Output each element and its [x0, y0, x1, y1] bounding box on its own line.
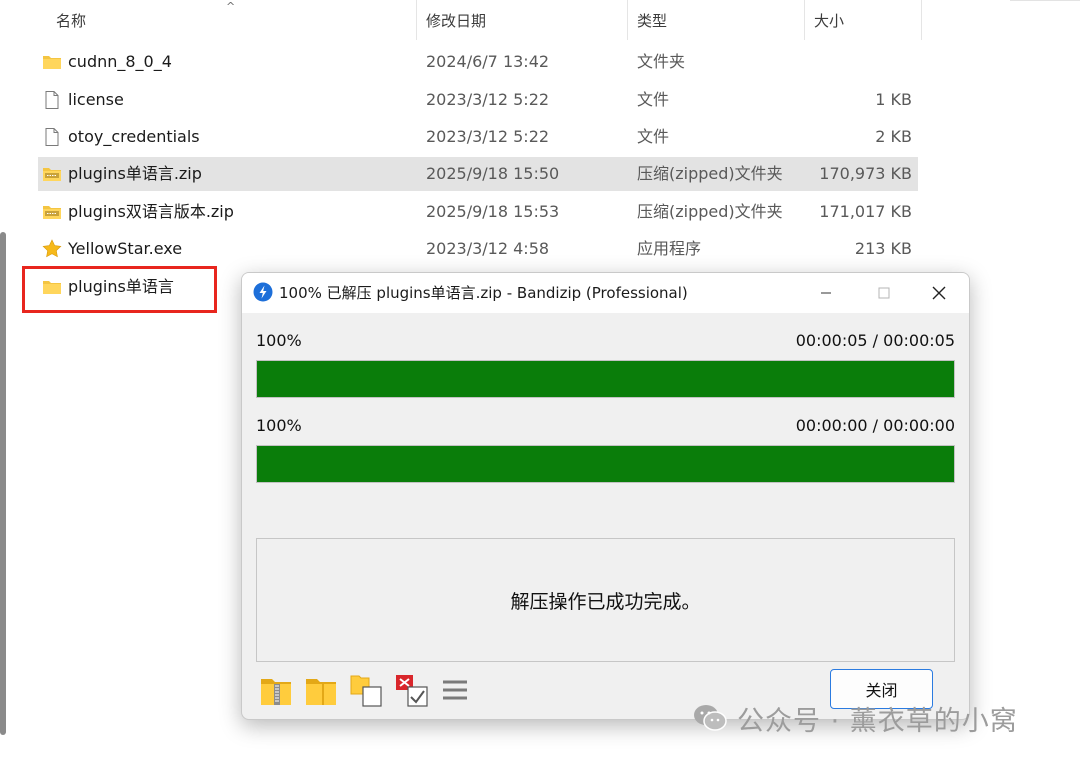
file-row[interactable]: plugins双语言版本.zip 2025/9/18 15:53 压缩(zipp… [38, 195, 918, 229]
progress-percent-label: 100% [256, 416, 302, 435]
file-size: 2 KB [875, 127, 912, 146]
column-header-size[interactable]: 大小 [814, 0, 844, 40]
menu-icon[interactable] [438, 673, 474, 709]
minimize-button[interactable] [797, 273, 855, 313]
explorer-scrollbar[interactable] [0, 232, 6, 735]
file-icon [45, 91, 59, 109]
file-modified: 2023/3/12 5:22 [426, 127, 550, 146]
star-app-icon [42, 239, 62, 258]
file-type: 文件 [637, 90, 670, 109]
file-size: 213 KB [854, 239, 912, 258]
column-header-modified[interactable]: 修改日期 [426, 0, 486, 40]
maximize-button[interactable] [855, 273, 913, 313]
file-row[interactable]: YellowStar.exe 2023/3/12 4:58 应用程序 213 K… [38, 232, 918, 266]
file-row[interactable]: cudnn_8_0_4 2024/6/7 13:42 文件夹 [38, 45, 918, 79]
progress-time-label: 00:00:00 / 00:00:00 [795, 416, 955, 435]
column-divider[interactable] [416, 0, 417, 40]
file-row-selected[interactable]: plugins单语言.zip 2025/9/18 15:50 压缩(zipped… [38, 157, 918, 191]
file-modified: 2023/3/12 4:58 [426, 239, 550, 258]
progress-bar-fill [257, 361, 954, 397]
file-row[interactable]: otoy_credentials 2023/3/12 5:22 文件 2 KB [38, 120, 918, 154]
minimize-icon [821, 292, 831, 294]
column-divider[interactable] [804, 0, 805, 40]
file-modified: 2025/9/18 15:50 [426, 164, 560, 183]
status-message-box: 解压操作已成功完成。 [256, 538, 955, 662]
column-divider[interactable] [627, 0, 628, 40]
file-modified: 2025/9/18 15:53 [426, 202, 560, 221]
zip-folder-open-icon[interactable] [258, 673, 294, 709]
copy-to-folder-icon[interactable] [348, 673, 384, 709]
watermark-text: 公众号 · 薰衣草的小窝 [737, 705, 1018, 737]
delete-archive-icon[interactable] [394, 673, 430, 709]
column-header-bar: 名称 ^ 修改日期 类型 大小 [38, 0, 922, 40]
file-type: 压缩(zipped)文件夹 [637, 202, 783, 221]
file-name: otoy_credentials [68, 127, 200, 146]
bandizip-icon [253, 282, 273, 302]
bandizip-dialog: 100% 已解压 plugins单语言.zip - Bandizip (Prof… [241, 272, 970, 720]
progress-time-label: 00:00:05 / 00:00:05 [795, 331, 955, 350]
window-close-button[interactable] [910, 273, 968, 313]
zip-folder-icon [43, 206, 61, 219]
file-modified: 2024/6/7 13:42 [426, 52, 550, 71]
file-type: 压缩(zipped)文件夹 [637, 164, 783, 183]
file-size: 1 KB [875, 90, 912, 109]
wechat-icon [694, 705, 727, 731]
file-name: plugins单语言.zip [68, 164, 202, 183]
column-header-type[interactable]: 类型 [637, 0, 667, 40]
progress-bar [256, 360, 955, 398]
column-header-name[interactable]: 名称 [56, 0, 86, 40]
folder-icon [43, 56, 61, 69]
wechat-watermark: 公众号 · 薰衣草的小窝 [693, 700, 1018, 737]
file-size: 170,973 KB [819, 164, 912, 183]
file-name: cudnn_8_0_4 [68, 52, 172, 71]
column-divider[interactable] [921, 0, 922, 40]
file-row[interactable]: license 2023/3/12 5:22 文件 1 KB [38, 83, 918, 117]
file-name: license [68, 90, 124, 109]
maximize-icon [878, 287, 890, 299]
file-size: 171,017 KB [819, 202, 912, 221]
red-highlight-box [22, 266, 217, 313]
file-type: 文件夹 [637, 52, 686, 71]
file-type: 应用程序 [637, 239, 702, 258]
dialog-titlebar[interactable]: 100% 已解压 plugins单语言.zip - Bandizip (Prof… [242, 273, 969, 313]
file-icon [45, 128, 59, 146]
progress-bar-fill [257, 446, 954, 482]
file-modified: 2023/3/12 5:22 [426, 90, 550, 109]
file-type: 文件 [637, 127, 670, 146]
folder-open-icon[interactable] [303, 673, 339, 709]
progress-percent-label: 100% [256, 331, 302, 350]
dialog-title: 100% 已解压 plugins单语言.zip - Bandizip (Prof… [279, 284, 688, 302]
file-name: plugins双语言版本.zip [68, 202, 234, 221]
file-name: YellowStar.exe [68, 239, 183, 258]
close-icon [932, 286, 946, 300]
top-divider [1010, 0, 1080, 1]
zip-folder-icon [43, 168, 61, 181]
sort-ascending-icon: ^ [226, 0, 236, 13]
status-message: 解压操作已成功完成。 [510, 590, 701, 613]
progress-bar [256, 445, 955, 483]
